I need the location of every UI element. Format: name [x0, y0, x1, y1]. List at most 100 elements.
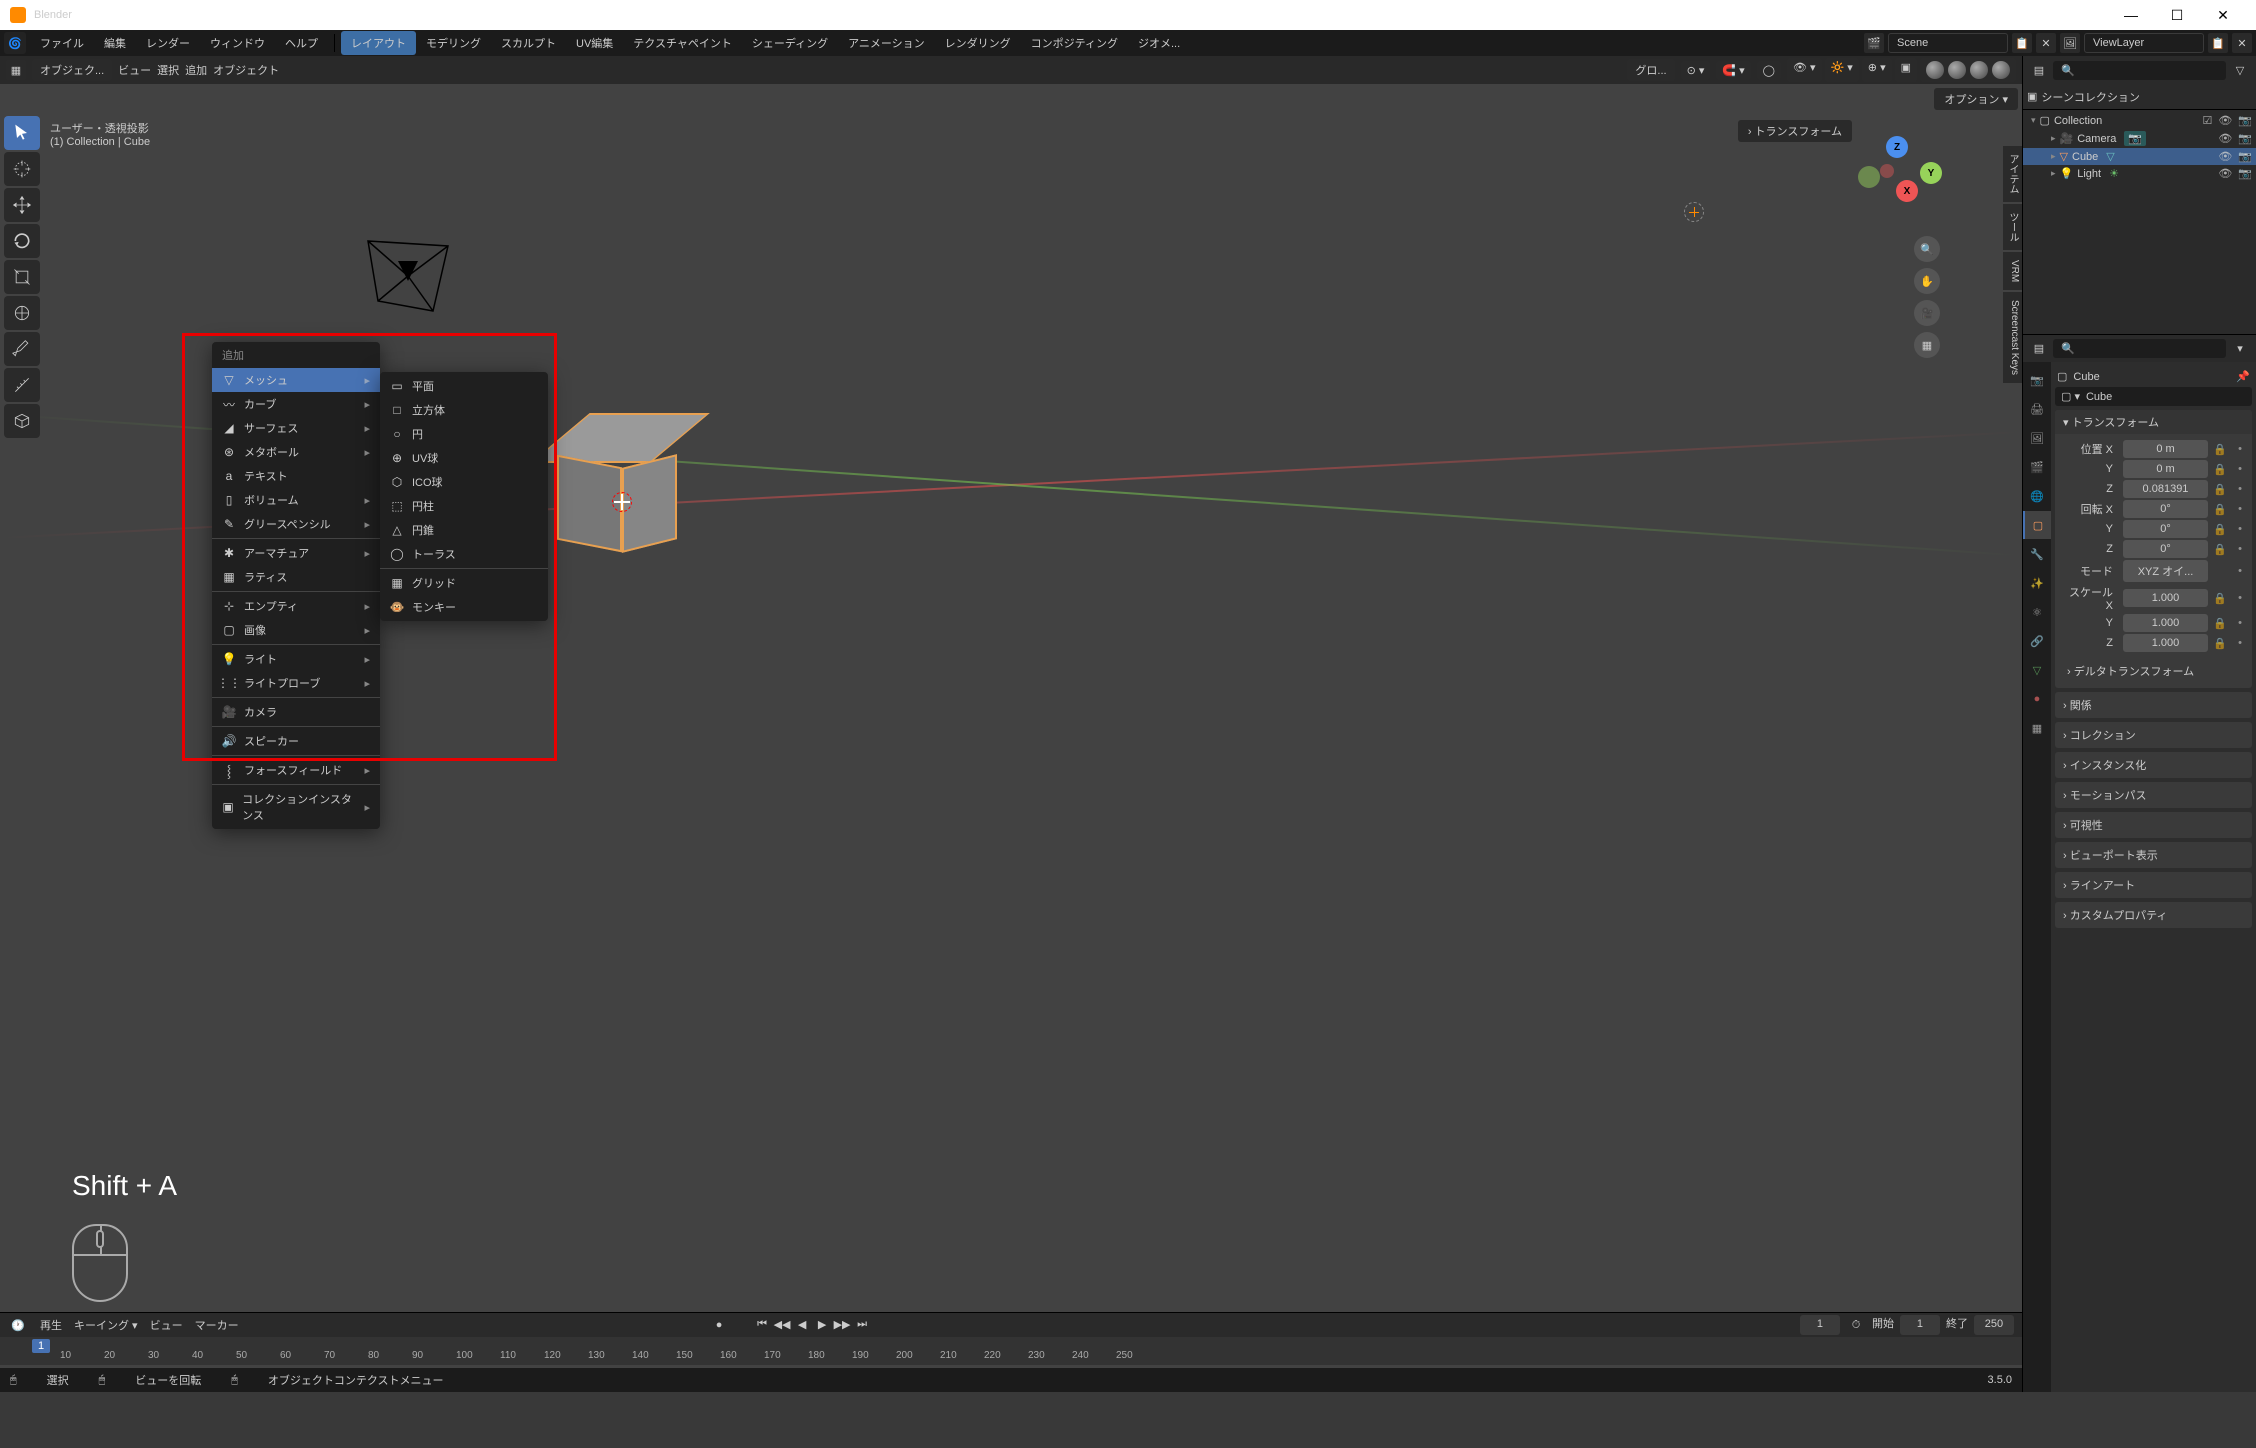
- mesh-cube[interactable]: □立方体: [380, 398, 548, 422]
- ptab-render[interactable]: 📷: [2023, 366, 2051, 394]
- transform-header[interactable]: ▾ トランスフォーム: [2055, 410, 2252, 434]
- ws-modeling[interactable]: モデリング: [416, 31, 491, 55]
- mesh-plane[interactable]: ▭平面: [380, 374, 548, 398]
- ptab-modifiers[interactable]: 🔧: [2023, 540, 2051, 568]
- editor-type-icon[interactable]: ▦: [6, 60, 26, 80]
- axis-y[interactable]: Y: [1920, 162, 1942, 184]
- nav-persp-icon[interactable]: ▦: [1914, 332, 1940, 358]
- mesh-circle[interactable]: ○円: [380, 422, 548, 446]
- shading-solid-icon[interactable]: [1948, 61, 1966, 79]
- mesh-cylinder[interactable]: ⬚円柱: [380, 494, 548, 518]
- vp-select[interactable]: 選択: [157, 62, 179, 78]
- panel-viewport[interactable]: › ビューポート表示: [2055, 842, 2252, 868]
- next-key-icon[interactable]: ▶▶: [833, 1315, 851, 1333]
- gizmo-toggle[interactable]: 🔆 ▾: [1825, 58, 1859, 82]
- scene-new-icon[interactable]: 📋: [2012, 33, 2032, 53]
- outliner-row-light[interactable]: ▸💡Light ☀ 👁📷: [2023, 165, 2256, 182]
- menu-edit[interactable]: 編集: [94, 31, 136, 55]
- outliner-editor-icon[interactable]: ▤: [2029, 60, 2049, 80]
- play-rev-icon[interactable]: ◀: [793, 1315, 811, 1333]
- ws-sculpt[interactable]: スカルプト: [491, 31, 566, 55]
- mesh-torus[interactable]: ◯トーラス: [380, 542, 548, 566]
- addmenu-curve[interactable]: 〰カーブ▸: [212, 392, 380, 416]
- tl-play[interactable]: 再生: [40, 1317, 62, 1333]
- current-frame[interactable]: 1: [1800, 1315, 1840, 1335]
- props-options-icon[interactable]: ▾: [2230, 339, 2250, 359]
- addmenu-image[interactable]: ▢画像▸: [212, 618, 380, 642]
- ptab-constraints[interactable]: 🔗: [2023, 627, 2051, 655]
- addmenu-volume[interactable]: ▯ボリューム▸: [212, 488, 380, 512]
- tab-tool[interactable]: ツール: [2003, 204, 2022, 250]
- mesh-icosphere[interactable]: ⬡ICO球: [380, 470, 548, 494]
- prev-key-icon[interactable]: ◀◀: [773, 1315, 791, 1333]
- start-frame[interactable]: 1: [1900, 1315, 1940, 1335]
- ptab-material[interactable]: ●: [2023, 685, 2051, 713]
- light-gizmo-icon[interactable]: [1684, 202, 1704, 222]
- mode-dropdown[interactable]: オブジェク...: [32, 59, 112, 81]
- pos-y[interactable]: 0 m: [2123, 460, 2208, 478]
- menu-file[interactable]: ファイル: [30, 31, 94, 55]
- ptab-physics[interactable]: ⚛: [2023, 598, 2051, 626]
- rot-z[interactable]: 0°: [2123, 540, 2208, 558]
- jump-start-icon[interactable]: ⏮: [753, 1315, 771, 1333]
- ptab-world[interactable]: 🌐: [2023, 482, 2051, 510]
- ws-shading[interactable]: シェーディング: [742, 31, 838, 55]
- snap-toggle[interactable]: 🧲 ▾: [1716, 61, 1750, 80]
- panel-collections[interactable]: › コレクション: [2055, 722, 2252, 748]
- close-button[interactable]: ✕: [2200, 0, 2246, 30]
- scale-z[interactable]: 1.000: [2123, 634, 2208, 652]
- addmenu-metaball[interactable]: ⊛メタボール▸: [212, 440, 380, 464]
- ws-layout[interactable]: レイアウト: [341, 31, 416, 55]
- play-icon[interactable]: ▶: [813, 1315, 831, 1333]
- autokey-toggle[interactable]: ●: [709, 1315, 729, 1335]
- maximize-button[interactable]: ☐: [2154, 0, 2200, 30]
- viewlayer-name[interactable]: ViewLayer: [2084, 33, 2204, 53]
- nav-pan-icon[interactable]: ✋: [1914, 268, 1940, 294]
- tool-addcube[interactable]: [4, 404, 40, 438]
- axis-z[interactable]: Z: [1886, 136, 1908, 158]
- ptab-output[interactable]: 🖨: [2023, 395, 2051, 423]
- outliner-filter-icon[interactable]: ▽: [2230, 60, 2250, 80]
- shading-render-icon[interactable]: [1992, 61, 2010, 79]
- addmenu-forcefield[interactable]: ⸾フォースフィールド▸: [212, 758, 380, 782]
- scale-y[interactable]: 1.000: [2123, 614, 2208, 632]
- options-dropdown[interactable]: オプション ▾: [1934, 88, 2018, 110]
- jump-end-icon[interactable]: ⏭: [853, 1315, 871, 1333]
- minimize-button[interactable]: —: [2108, 0, 2154, 30]
- viewport-3d[interactable]: ▦ オブジェク... ビュー 選択 追加 オブジェクト グロ... ⊙ ▾ 🧲 …: [0, 56, 2022, 1392]
- playhead[interactable]: 1: [32, 1339, 50, 1353]
- mesh-monkey[interactable]: 🐵モンキー: [380, 595, 548, 619]
- scene-del-icon[interactable]: ✕: [2036, 33, 2056, 53]
- tool-move[interactable]: [4, 188, 40, 222]
- blender-icon[interactable]: 🌀: [4, 32, 26, 54]
- menu-window[interactable]: ウィンドウ: [200, 31, 275, 55]
- mesh-cone[interactable]: △円錐: [380, 518, 548, 542]
- ws-anim[interactable]: アニメーション: [838, 31, 935, 55]
- orient-dropdown[interactable]: グロ...: [1627, 59, 1674, 81]
- ws-geom[interactable]: ジオメ...: [1128, 31, 1190, 55]
- axis-x[interactable]: X: [1896, 180, 1918, 202]
- ptab-particles[interactable]: ✨: [2023, 569, 2051, 597]
- addmenu-mesh[interactable]: ▽メッシュ▸: [212, 368, 380, 392]
- overlay-toggle[interactable]: ⊕ ▾: [1862, 58, 1892, 82]
- end-frame[interactable]: 250: [1974, 1315, 2014, 1335]
- shading-wire-icon[interactable]: [1926, 61, 1944, 79]
- layer-icon[interactable]: 🖼: [2060, 33, 2080, 53]
- timeline-ruler[interactable]: 1 10203040506070809010011012013014015016…: [0, 1337, 2022, 1365]
- camera-object[interactable]: [358, 231, 468, 331]
- object-name-input[interactable]: Cube: [2086, 391, 2112, 403]
- ptab-object[interactable]: ▢: [2023, 511, 2051, 539]
- ws-comp[interactable]: コンポジティング: [1021, 31, 1128, 55]
- pivot-dropdown[interactable]: ⊙ ▾: [1681, 61, 1711, 80]
- addmenu-collection[interactable]: ▣コレクションインスタンス▸: [212, 787, 380, 827]
- ptab-texture[interactable]: ▦: [2023, 714, 2051, 742]
- scene-collection[interactable]: シーンコレクション: [2041, 89, 2139, 105]
- ptab-viewlayer[interactable]: 🖼: [2023, 424, 2051, 452]
- tab-screencast[interactable]: Screencast Keys: [2003, 292, 2022, 383]
- ws-uv[interactable]: UV編集: [566, 31, 623, 55]
- ws-render[interactable]: レンダリング: [935, 31, 1021, 55]
- nav-camera-icon[interactable]: 🎥: [1914, 300, 1940, 326]
- nav-gizmo[interactable]: Z Y X: [1852, 136, 1942, 226]
- tl-marker[interactable]: マーカー: [195, 1317, 239, 1333]
- outliner-row-collection[interactable]: ▾▢Collection ☑👁📷: [2023, 112, 2256, 129]
